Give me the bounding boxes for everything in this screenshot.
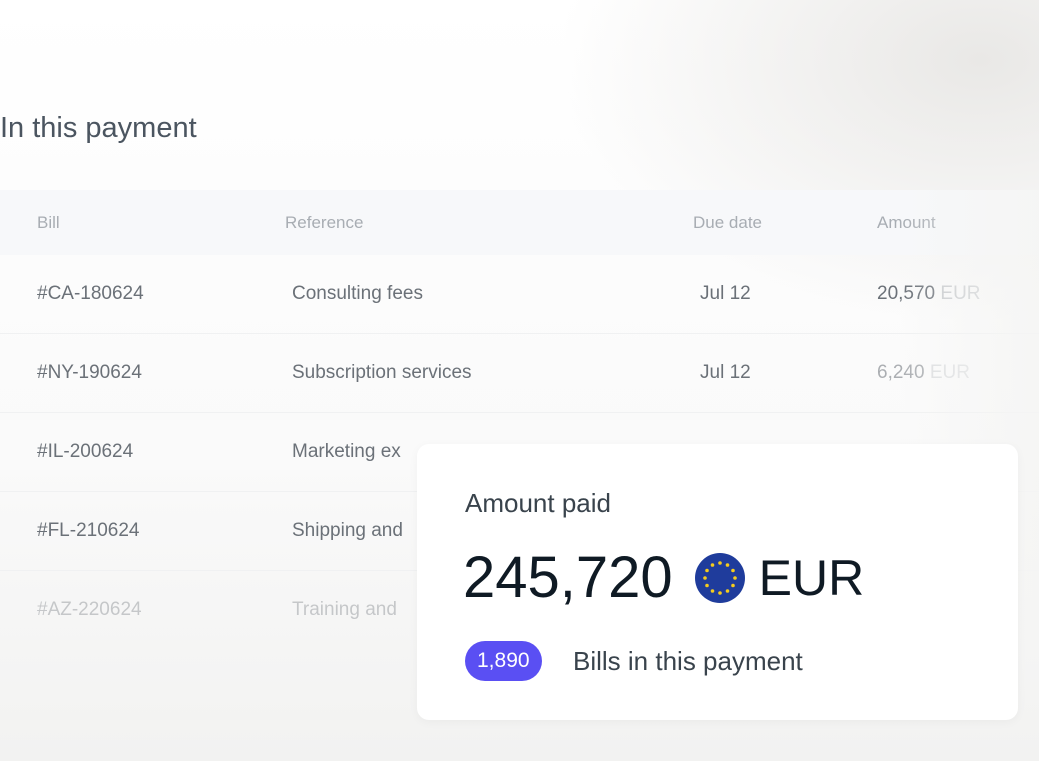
eu-star — [710, 562, 714, 567]
amount: 6,240 EUR — [877, 362, 970, 384]
eu-star — [704, 583, 709, 587]
eu-star — [725, 588, 729, 593]
amount-paid-currency: EUR — [758, 549, 865, 606]
bill-id: #AZ-220624 — [37, 599, 142, 620]
bill-id: #IL-200624 — [37, 441, 134, 462]
eu-flag-icon — [694, 552, 745, 603]
bills-count-badge: 1,890 — [465, 641, 542, 681]
eu-star — [704, 568, 709, 572]
reference: Shipping and — [292, 520, 403, 541]
reference: Subscription services — [292, 362, 472, 383]
table-row[interactable]: #NY-190624 Subscription services Jul 12 … — [0, 334, 1039, 413]
amount-value: 20,570 — [877, 283, 936, 304]
amount-value: 6,240 — [877, 362, 925, 383]
table-row[interactable]: #CA-180624 Consulting fees Jul 12 20,570… — [0, 255, 1039, 334]
due-date: Jul 12 — [700, 362, 751, 383]
amount-currency: EUR — [940, 283, 981, 304]
eu-star — [725, 562, 729, 567]
table-header: Bill Reference Due date Amount — [0, 190, 1039, 255]
eu-star — [710, 588, 714, 593]
amount-paid-label: Amount paid — [465, 488, 611, 518]
eu-star — [717, 590, 722, 595]
bill-id: #NY-190624 — [37, 362, 142, 383]
eu-star — [730, 583, 735, 587]
due-date: Jul 12 — [700, 283, 751, 304]
eu-star — [730, 568, 735, 572]
eu-star — [717, 560, 722, 565]
eu-star — [702, 575, 707, 580]
header-bill[interactable]: Bill — [37, 213, 60, 233]
amount: 20,570 EUR — [877, 283, 981, 305]
bill-id: #CA-180624 — [37, 283, 144, 304]
bill-id: #FL-210624 — [37, 520, 140, 541]
section-title: In this payment — [0, 112, 197, 144]
amount-paid-number: 245,720 — [463, 545, 673, 610]
amount-paid-value: 245,720 EUR — [463, 544, 864, 611]
bills-count-label: Bills in this payment — [573, 646, 803, 676]
header-due-date[interactable]: Due date — [693, 213, 762, 233]
eu-star — [732, 575, 737, 580]
reference: Training and — [292, 599, 397, 620]
header-reference[interactable]: Reference — [285, 213, 363, 233]
reference: Marketing ex — [292, 441, 401, 462]
amount-currency: EUR — [929, 362, 970, 383]
amount-paid-card: Amount paid 245,720 EUR 1,890 Bills in t… — [417, 444, 1018, 720]
header-amount[interactable]: Amount — [877, 213, 936, 233]
reference: Consulting fees — [292, 283, 423, 304]
